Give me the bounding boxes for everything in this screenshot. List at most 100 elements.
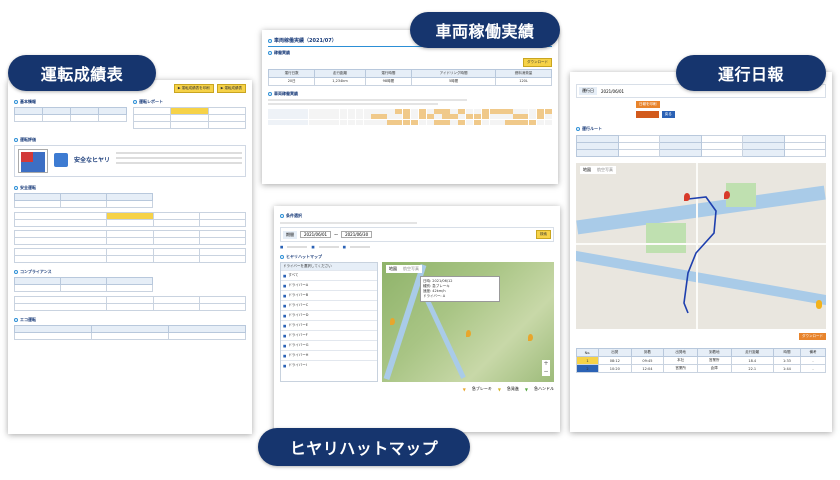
heatmap-cell [434,114,442,119]
trip-col-header: 到着地 [696,348,732,357]
near-miss-marker[interactable] [466,330,471,337]
near-miss-marker[interactable] [528,334,533,341]
near-miss-map[interactable]: 地図 航空写真 日時: 2021/06/12 種別: 急ブレーキ 速度: 42k… [382,262,554,382]
driver-list: ドライバーを選択してください ■ すべて ■ ドライバーA ■ ドライバーB ■ ドライバーC… [280,262,378,382]
driver-checkbox[interactable]: ■ [283,304,286,308]
eval-badge: 安全なヒヤリ [74,157,111,164]
section-detail-title: 車両稼働実績 [274,90,298,96]
heatmap-cell [473,119,482,125]
heatmap-cell [316,119,324,125]
heatmap-cell [489,114,497,119]
heatmap-cell [450,114,458,119]
driver-checkbox[interactable]: ■ [283,294,286,298]
map-tab-satellite[interactable]: 航空写真 [400,265,422,273]
map-popup: 日時: 2021/06/12 種別: 急ブレーキ 速度: 42km/h ドライバ… [420,276,500,302]
driver-checkbox[interactable]: ■ [283,344,286,348]
driver-checkbox[interactable]: ■ [283,314,286,318]
trip-cell: 18.4 [730,356,774,365]
search-button[interactable]: 検索 [536,230,551,239]
heatmap-cell [489,108,497,114]
heatmap-cell [339,119,348,125]
driver-list-item[interactable]: ■ ドライバーA [281,280,377,290]
safety-row-3 [13,248,247,263]
trip-col-header: 出発地 [663,348,698,357]
heatmap-cell [497,108,505,114]
driver-list-header: ドライバーを選択してください [281,263,377,270]
section-map-title: ヒヤリハットマップ [286,254,322,259]
action-button[interactable] [636,111,659,118]
heatmap-cell [434,119,442,125]
col-header: 運行日数 [267,68,316,78]
driver-list-item[interactable]: ■ ドライバーI [281,360,377,370]
near-miss-panel: 条件選択 期間 2021/06/01 〜 2021/06/30 検索 ■ ■ ■… [274,206,560,432]
driver-list-item[interactable]: ■ ドライバーF [281,330,377,340]
heatmap-cell [308,119,316,125]
date-to-input[interactable]: 2021/06/30 [341,231,373,238]
safety-summary-table [13,193,154,208]
near-miss-marker[interactable] [390,318,395,325]
eval-icon [54,153,68,167]
trip-cell: 本社 [663,356,698,365]
heatmap-cell [410,119,419,125]
section-search-title: 条件選択 [286,213,302,218]
filter-checkbox[interactable]: ■ [311,245,314,249]
driver-checkbox[interactable]: ■ [283,334,286,338]
heatmap-cell [387,119,395,125]
heatmap-cell [395,119,403,125]
compliance-summary-table [13,277,154,292]
trip-cell[interactable]: 10:20 [597,364,632,373]
route-start-marker[interactable] [684,193,690,201]
map-tab-map[interactable]: 地図 [386,265,400,273]
trip-col-header: 時間 [772,348,802,357]
driver-list-item[interactable]: ■ ドライバーG [281,340,377,350]
filter-checkbox[interactable]: ■ [280,245,283,249]
heatmap-cell [544,119,552,125]
filter-checkbox[interactable]: ■ [343,245,346,249]
driver-checkbox[interactable]: ■ [283,354,286,358]
driver-checkbox[interactable]: ■ [283,324,286,328]
heatmap-cell [426,119,434,125]
summary-cell: 98時間 [364,76,413,86]
heatmap-cell [316,114,324,119]
report-table [132,107,247,129]
driver-list-item[interactable]: ■ ドライバーC [281,300,377,310]
period-label: 期間 [283,230,297,239]
driver-list-item[interactable]: ■ ドライバーB [281,290,377,300]
print-log-button[interactable]: 日報を印刷 [636,101,660,108]
heatmap-cell [316,108,324,114]
pegman-icon[interactable] [816,300,822,309]
back-button[interactable]: 戻る [661,111,675,118]
heatmap-cell [481,119,490,125]
trip-cell[interactable]: 08:12 [597,356,632,365]
heatmap-cell [355,119,364,125]
download-log-button[interactable]: ダウンロード [799,333,826,340]
safety-row-2 [13,230,247,245]
trip-cell: 1 [576,356,599,365]
date-from-input[interactable]: 2021/06/01 [300,231,332,238]
driver-list-item[interactable]: ■ ドライバーH [281,350,377,360]
heatmap-cell [355,108,364,114]
driver-list-item[interactable]: ■ すべて [281,270,377,280]
zoom-control[interactable]: + − [542,360,550,376]
section-summary-title: 稼働実績 [274,49,290,55]
route-end-marker[interactable] [724,191,730,199]
print-report-button[interactable]: ▶ 運転成績表を印刷 [173,84,214,93]
heatmap-cell [465,108,474,114]
route-map[interactable]: 地図 航空写真 [576,163,826,329]
table-row[interactable]: 1 08:12 09:45 本社 営業所 18.4 1:33- [576,356,826,365]
report-button[interactable]: ▶ 運転成績表 [216,84,246,93]
driver-list-item[interactable]: ■ ドライバーE [281,320,377,330]
col-header: アイドリング時間 [411,68,497,78]
driver-list-item[interactable]: ■ ドライバーD [281,310,377,320]
section-icon [268,50,272,55]
download-button[interactable]: ダウンロード [523,57,552,67]
daily-log-panel: 運行日 2021/06/01 日報を印刷 戻る 運行ルート 地図 航空写真 ダウ… [570,72,832,432]
driver-checkbox[interactable]: ■ [283,364,286,368]
driver-checkbox[interactable]: ■ [283,274,286,278]
table-row[interactable]: 2 10:20 12:04 営業所 倉庫 22.1 1:44- [576,364,826,373]
col-header: 運行時間 [364,68,413,78]
trip-table: No. 出発 到着 出発地 到着地 走行距離 時間 備考 1 08:12 09:45 本社 営業所 18… [576,348,826,373]
heatmap-cell [528,114,537,119]
driver-checkbox[interactable]: ■ [283,284,286,288]
heatmap-row-label [268,119,308,125]
